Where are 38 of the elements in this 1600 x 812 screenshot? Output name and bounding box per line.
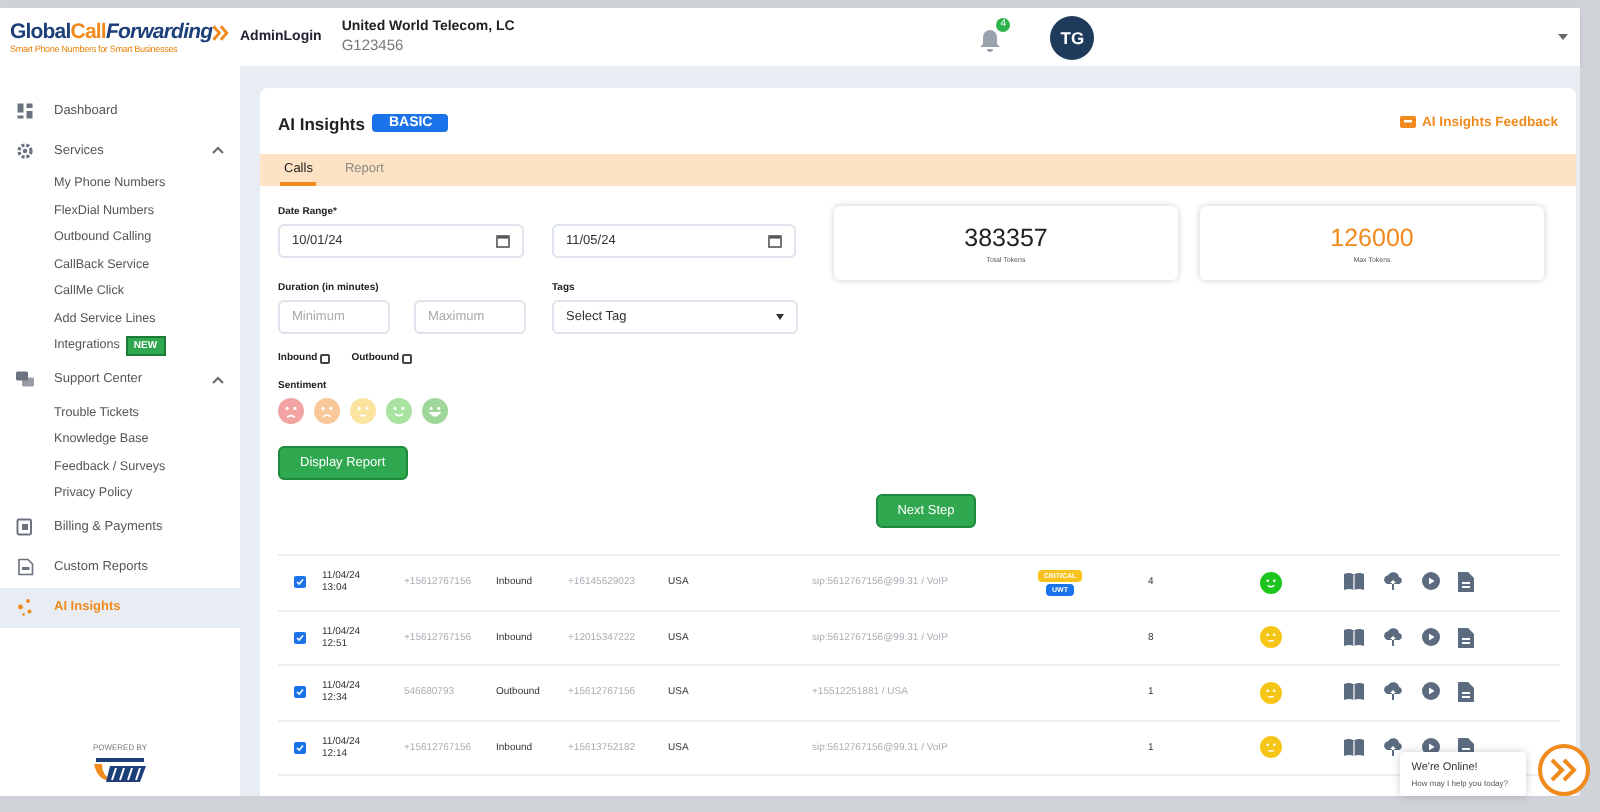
- document-icon[interactable]: [1458, 682, 1474, 703]
- cloud-upload-icon[interactable]: [1382, 572, 1404, 591]
- book-icon[interactable]: [1344, 682, 1364, 701]
- row-checkbox[interactable]: [294, 686, 306, 699]
- bill-icon: [16, 518, 34, 536]
- double-chevron-icon: [1550, 758, 1578, 782]
- sparkle-icon: [16, 598, 34, 616]
- cloud-upload-icon[interactable]: [1382, 737, 1404, 756]
- chevron-up-icon[interactable]: [212, 375, 224, 383]
- chat-icon: [16, 370, 34, 388]
- page-title: AI Insights: [278, 113, 365, 133]
- gear-icon: [16, 141, 34, 159]
- row-checkbox[interactable]: [294, 631, 306, 644]
- user-avatar[interactable]: TG: [1050, 15, 1095, 59]
- bell-icon[interactable]: [978, 27, 1003, 51]
- play-icon[interactable]: [1422, 572, 1440, 591]
- company-logo: [90, 756, 150, 784]
- calendar-icon[interactable]: [496, 234, 510, 248]
- row-checkbox[interactable]: [294, 576, 306, 589]
- play-icon[interactable]: [1422, 627, 1440, 646]
- dashboard-icon: [16, 101, 34, 119]
- feedback-icon: [1400, 116, 1416, 130]
- book-icon[interactable]: [1344, 627, 1364, 646]
- calendar-icon[interactable]: [768, 234, 782, 248]
- stat-value: 126000: [1330, 223, 1414, 251]
- document-icon[interactable]: [1458, 627, 1474, 648]
- caret-icon: [776, 314, 784, 320]
- book-icon[interactable]: [1344, 737, 1364, 756]
- chevron-up-icon[interactable]: [212, 146, 224, 154]
- cloud-upload-icon[interactable]: [1382, 627, 1404, 646]
- caret-icon[interactable]: [1558, 34, 1569, 40]
- report-icon: [16, 558, 34, 576]
- cloud-upload-icon[interactable]: [1382, 682, 1404, 701]
- stat-value: 383357: [964, 223, 1048, 251]
- document-icon[interactable]: [1458, 572, 1474, 593]
- book-icon[interactable]: [1344, 572, 1364, 591]
- play-icon[interactable]: [1422, 682, 1440, 701]
- row-checkbox[interactable]: [294, 741, 306, 754]
